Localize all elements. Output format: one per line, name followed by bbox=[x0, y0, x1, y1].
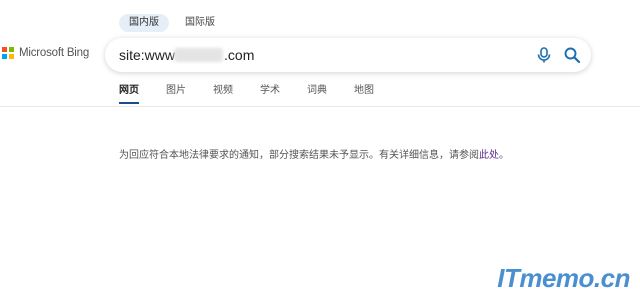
logo-square-red bbox=[2, 47, 7, 52]
logo-square-yellow bbox=[9, 54, 14, 59]
query-prefix: site:www bbox=[119, 47, 176, 63]
region-tabs: 国内版 国际版 bbox=[119, 14, 225, 32]
query-suffix: .com bbox=[224, 47, 255, 63]
tab-academic[interactable]: 学术 bbox=[260, 85, 280, 103]
notice-link[interactable]: 此处 bbox=[479, 150, 499, 161]
microphone-icon[interactable] bbox=[535, 46, 553, 64]
microsoft-logo-icon bbox=[2, 47, 14, 59]
header-divider bbox=[0, 106, 640, 107]
bing-logo[interactable]: Microsoft Bing bbox=[2, 47, 89, 59]
tab-maps[interactable]: 地图 bbox=[354, 85, 374, 103]
notice-end: 。 bbox=[499, 150, 509, 161]
tab-domestic[interactable]: 国内版 bbox=[119, 14, 169, 32]
redaction-blur bbox=[174, 48, 223, 62]
tab-dictionary[interactable]: 词典 bbox=[307, 85, 327, 103]
tab-web[interactable]: 网页 bbox=[119, 85, 139, 104]
scope-tabs: 网页 图片 视频 学术 词典 地图 bbox=[119, 85, 401, 104]
logo-square-green bbox=[9, 47, 14, 52]
legal-notice: 为回应符合本地法律要求的通知，部分搜索结果未予显示。有关详细信息，请参阅此处。 bbox=[119, 146, 509, 161]
watermark: ITmemo.cn bbox=[497, 263, 630, 293]
search-icon[interactable] bbox=[563, 46, 581, 64]
tab-images[interactable]: 图片 bbox=[166, 85, 186, 103]
notice-text: 为回应符合本地法律要求的通知，部分搜索结果未予显示。有关详细信息，请参阅 bbox=[119, 150, 479, 161]
search-box[interactable]: site:www .com bbox=[105, 38, 591, 72]
tab-international[interactable]: 国际版 bbox=[175, 14, 225, 32]
logo-square-blue bbox=[2, 54, 7, 59]
tab-videos[interactable]: 视频 bbox=[213, 85, 233, 103]
logo-text: Microsoft Bing bbox=[19, 47, 90, 59]
